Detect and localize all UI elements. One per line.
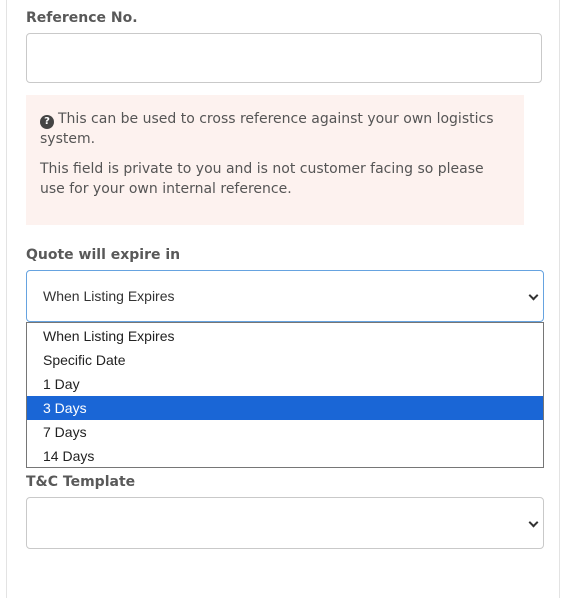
option-7-days[interactable]: 7 Days (27, 420, 543, 444)
quote-expiry-label: Quote will expire in (26, 247, 181, 263)
question-circle-icon: ? (40, 115, 54, 129)
quote-expiry-selected-value: When Listing Expires (43, 288, 175, 304)
tc-template-select[interactable] (26, 497, 544, 549)
quote-expiry-dropdown-list: When Listing Expires Specific Date 1 Day… (26, 322, 544, 468)
tc-template-label: T&C Template (26, 474, 136, 490)
reference-info-note: ? This can be used to cross reference aga… (26, 95, 524, 225)
reference-no-label: Reference No. (26, 10, 138, 26)
option-specific-date[interactable]: Specific Date (27, 348, 543, 372)
quote-expiry-select[interactable]: When Listing Expires (26, 270, 544, 322)
option-1-day[interactable]: 1 Day (27, 372, 543, 396)
reference-no-input[interactable] (26, 33, 542, 83)
option-when-listing-expires[interactable]: When Listing Expires (27, 324, 543, 348)
chevron-down-icon (528, 517, 539, 528)
option-14-days[interactable]: 14 Days (27, 444, 543, 468)
option-3-days[interactable]: 3 Days (27, 396, 543, 420)
note-line-1: This can be used to cross reference agai… (40, 111, 494, 147)
note-line-2: This field is private to you and is not … (40, 161, 484, 197)
chevron-down-icon (528, 290, 539, 301)
